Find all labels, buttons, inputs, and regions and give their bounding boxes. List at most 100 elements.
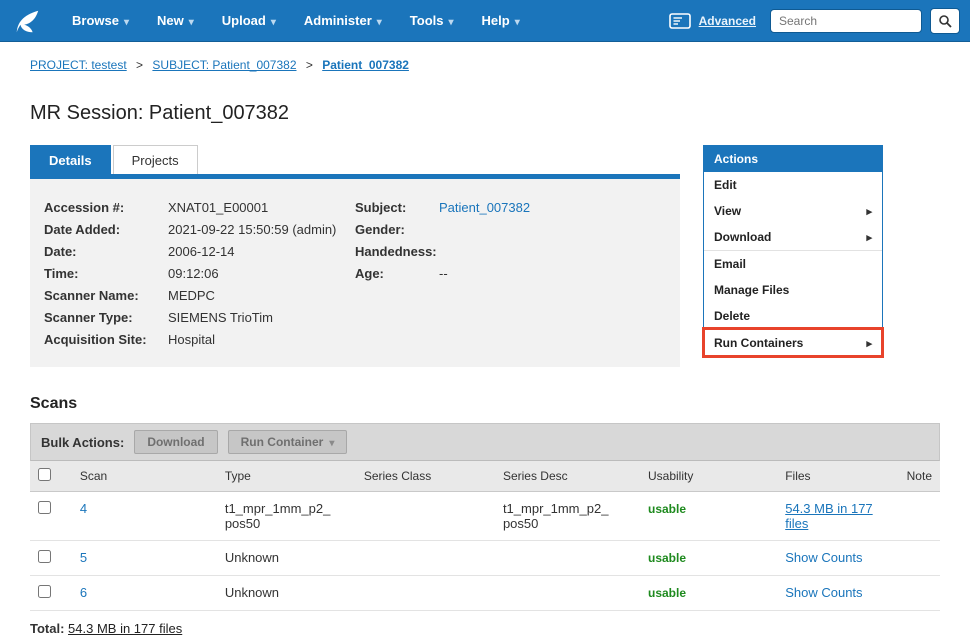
chevron-down-icon (329, 435, 334, 449)
col-scan: Scan (72, 461, 217, 492)
menu-new[interactable]: New (143, 0, 208, 42)
menu-help-label: Help (482, 13, 510, 28)
menu-tools[interactable]: Tools (396, 0, 468, 42)
scan-type: t1_mpr_1mm_p2_pos50 (225, 501, 337, 531)
menu-upload[interactable]: Upload (208, 0, 290, 42)
breadcrumb-session-link[interactable]: Patient_007382 (322, 58, 409, 72)
chevron-down-icon (449, 13, 454, 28)
field-time: Time: 09:12:06 (44, 263, 355, 285)
breadcrumb-subject-link[interactable]: SUBJECT: Patient_007382 (152, 58, 296, 72)
details-panel: Accession #: XNAT01_E00001 Date Added: 2… (30, 179, 680, 367)
actions-menu-header: Actions (704, 146, 882, 172)
menu-new-label: New (157, 13, 184, 28)
field-subject: Subject: Patient_007382 (355, 197, 666, 219)
chevron-down-icon (377, 13, 382, 28)
tab-details[interactable]: Details (30, 145, 111, 174)
tab-projects[interactable]: Projects (113, 145, 198, 174)
chevron-down-icon (271, 13, 276, 28)
usability-badge: usable (648, 502, 686, 516)
chevron-right-icon (866, 336, 872, 350)
field-acquisition-site: Acquisition Site: Hospital (44, 329, 355, 351)
session-details-section: Details Projects Accession #: XNAT01_E00… (30, 145, 680, 367)
field-handedness: Handedness: (355, 241, 666, 263)
total-size-link[interactable]: 54.3 MB in 177 files (68, 621, 182, 636)
select-all-checkbox[interactable] (38, 468, 51, 481)
page-title: MR Session: Patient_007382 (30, 102, 940, 125)
search-icon (938, 14, 952, 28)
col-series-class: Series Class (356, 461, 495, 492)
scan-series-desc: t1_mpr_1mm_p2_pos50 (503, 501, 615, 531)
scans-heading: Scans (30, 395, 940, 413)
scan-id-link[interactable]: 4 (80, 501, 87, 516)
scans-table: Scan Type Series Class Series Desc Usabi… (30, 461, 940, 611)
field-scanner-type: Scanner Type: SIEMENS TrioTim (44, 307, 355, 329)
field-age: Age: -- (355, 263, 666, 285)
details-column-right: Subject: Patient_007382 Gender: Handedne… (355, 197, 666, 351)
bulk-download-button[interactable]: Download (134, 430, 217, 454)
scan-row-checkbox[interactable] (38, 501, 51, 514)
scan-id-link[interactable]: 6 (80, 585, 87, 600)
scans-header-row: Scan Type Series Class Series Desc Usabi… (30, 461, 940, 492)
col-type: Type (217, 461, 356, 492)
total-label: Total: (30, 621, 64, 636)
breadcrumb-separator: > (306, 58, 313, 72)
tab-bar: Details Projects (30, 145, 680, 174)
scan-type: Unknown (225, 550, 279, 565)
xnat-logo-icon[interactable] (10, 5, 44, 37)
show-counts-link[interactable]: Show Counts (785, 550, 862, 565)
top-nav: Browse New Upload Administer Tools Help … (0, 0, 970, 42)
session-row: Details Projects Accession #: XNAT01_E00… (30, 145, 940, 367)
bulk-run-container-button[interactable]: Run Container (228, 430, 348, 454)
bulk-actions-label: Bulk Actions: (41, 435, 124, 450)
usability-badge: usable (648, 586, 686, 600)
breadcrumb-separator: > (136, 58, 143, 72)
chevron-down-icon (515, 13, 520, 28)
usability-badge: usable (648, 551, 686, 565)
search-button[interactable] (930, 8, 960, 34)
nav-right: Advanced (669, 8, 960, 34)
field-accession: Accession #: XNAT01_E00001 (44, 197, 355, 219)
action-view[interactable]: View (704, 198, 882, 224)
scans-total: Total: 54.3 MB in 177 files (30, 621, 940, 636)
menu-tools-label: Tools (410, 13, 444, 28)
scan-type: Unknown (225, 585, 279, 600)
action-delete[interactable]: Delete (704, 303, 882, 329)
field-scanner-name: Scanner Name: MEDPC (44, 285, 355, 307)
col-files: Files (777, 461, 898, 492)
menu-administer-label: Administer (304, 13, 372, 28)
menu-browse[interactable]: Browse (58, 0, 143, 42)
menu-browse-label: Browse (72, 13, 119, 28)
breadcrumb: PROJECT: testest > SUBJECT: Patient_0073… (30, 58, 940, 72)
action-email[interactable]: Email (704, 250, 882, 277)
col-note: Note (899, 461, 940, 492)
field-date: Date: 2006-12-14 (44, 241, 355, 263)
menu-help[interactable]: Help (468, 0, 534, 42)
scan-row: 6 Unknown usable Show Counts (30, 576, 940, 611)
action-download[interactable]: Download (704, 224, 882, 250)
chevron-right-icon (866, 230, 872, 244)
col-usability: Usability (640, 461, 777, 492)
chevron-down-icon (189, 13, 194, 28)
scan-row-checkbox[interactable] (38, 585, 51, 598)
breadcrumb-project-link[interactable]: PROJECT: testest (30, 58, 127, 72)
bulk-actions-bar: Bulk Actions: Download Run Container (30, 423, 940, 461)
scan-row: 5 Unknown usable Show Counts (30, 541, 940, 576)
scan-id-link[interactable]: 5 (80, 550, 87, 565)
action-edit[interactable]: Edit (704, 172, 882, 198)
subject-link[interactable]: Patient_007382 (439, 197, 530, 219)
chevron-right-icon (866, 204, 872, 218)
menu-administer[interactable]: Administer (290, 0, 396, 42)
chevron-down-icon (124, 13, 129, 28)
action-manage-files[interactable]: Manage Files (704, 277, 882, 303)
scan-row-checkbox[interactable] (38, 550, 51, 563)
scan-row: 4 t1_mpr_1mm_p2_pos50 t1_mpr_1mm_p2_pos5… (30, 492, 940, 541)
search-input[interactable] (770, 9, 922, 33)
scans-table-block: Bulk Actions: Download Run Container Sca… (30, 423, 940, 611)
field-date-added: Date Added: 2021-09-22 15:50:59 (admin) (44, 219, 355, 241)
show-counts-link[interactable]: Show Counts (785, 585, 862, 600)
files-link[interactable]: 54.3 MB in 177 files (785, 501, 872, 531)
action-run-containers[interactable]: Run Containers (704, 329, 882, 356)
advanced-link[interactable]: Advanced (699, 14, 756, 28)
advanced-search-icon[interactable] (669, 13, 691, 29)
col-series-desc: Series Desc (495, 461, 640, 492)
